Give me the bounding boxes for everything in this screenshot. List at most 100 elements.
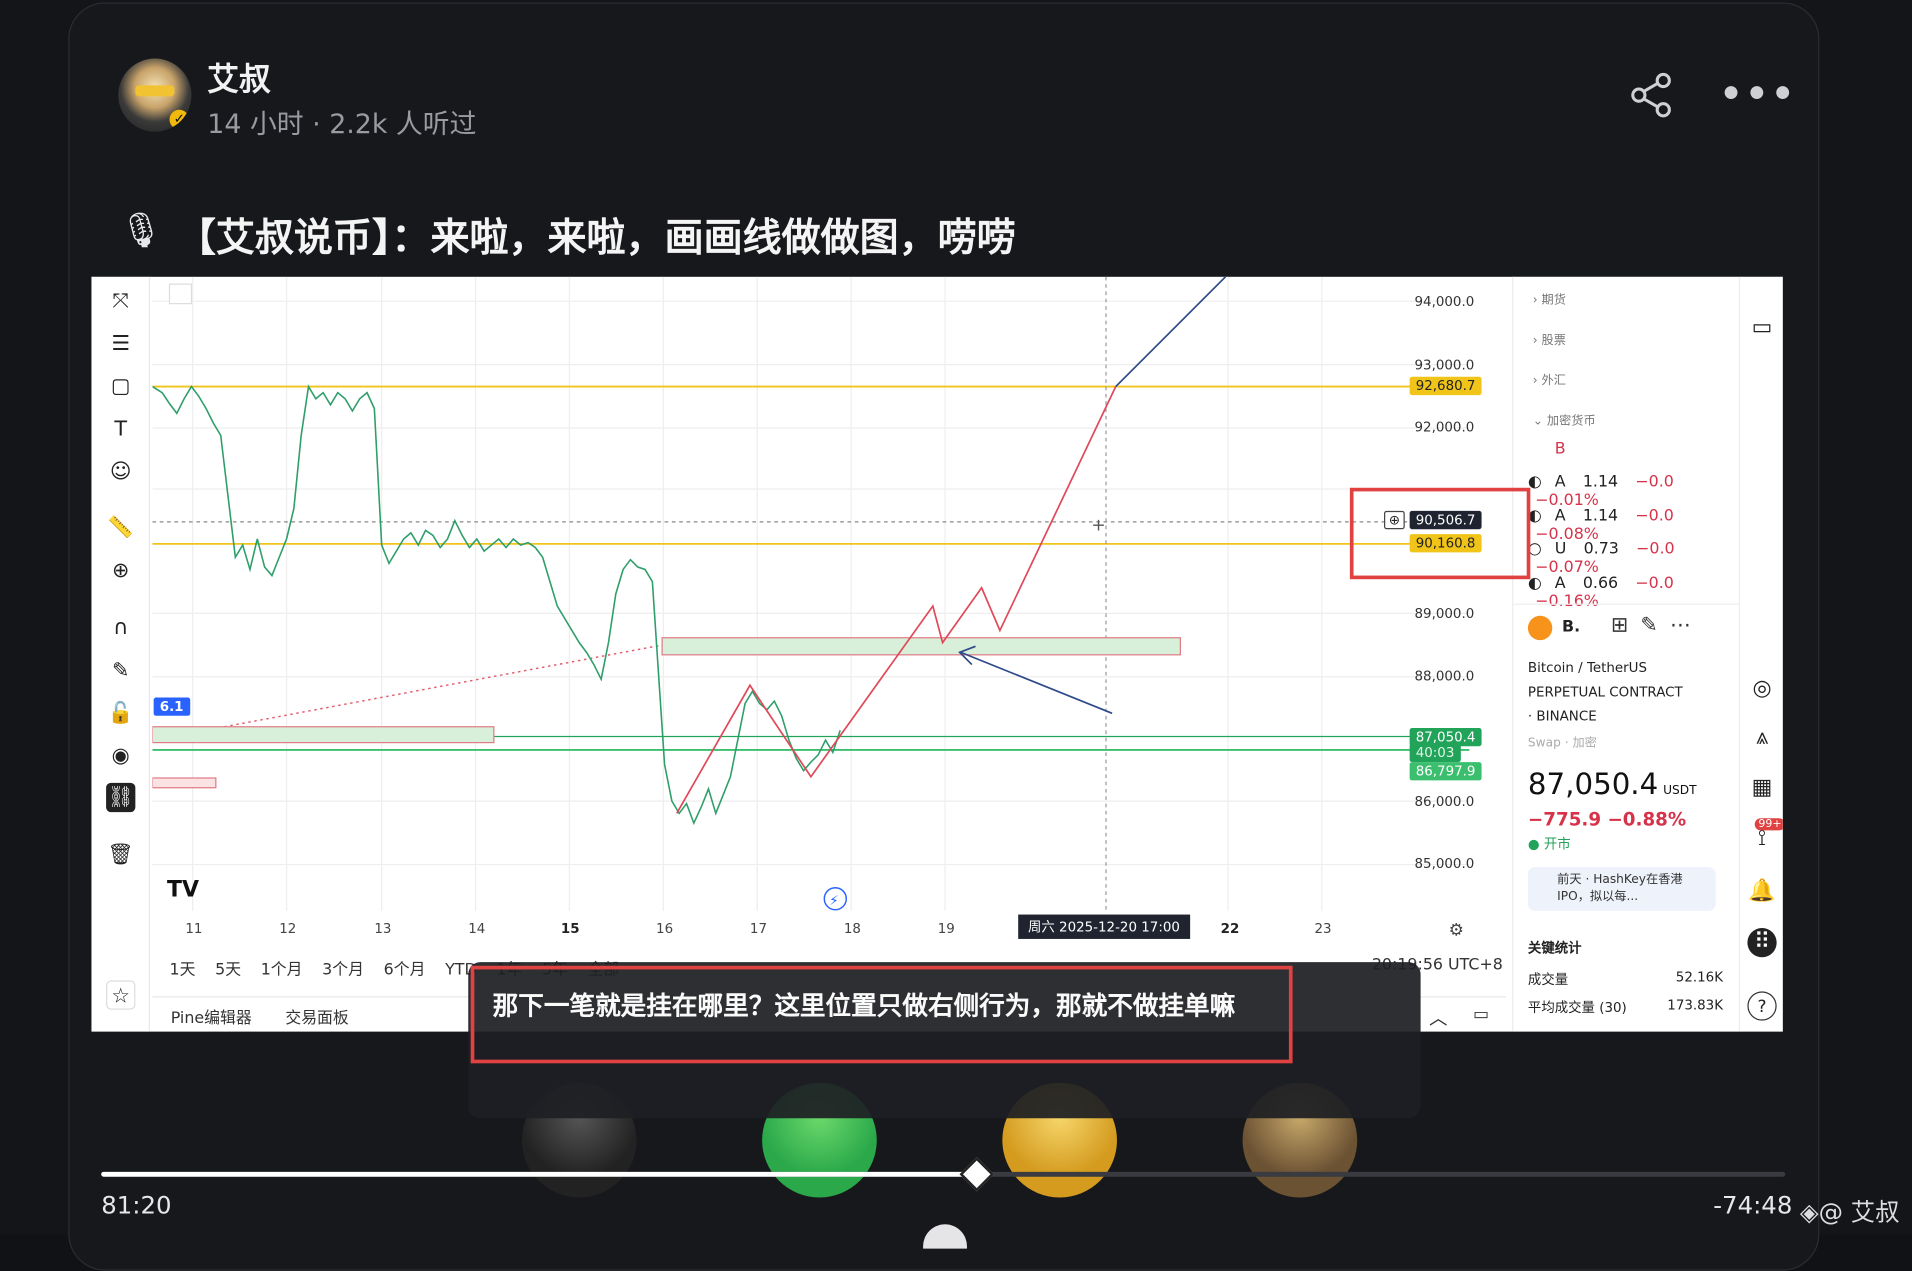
watchlist-panel: › 期货 › 股票 › 外汇 ⌄ 加密货币 B ◐A 1.14 −0.0 −0.… [1512, 277, 1739, 1032]
ruler-tool-icon[interactable]: 📏 [106, 513, 135, 542]
price-label-green-bottom: 86,797.9 [1410, 762, 1482, 780]
candlestick-chart[interactable]: + TV ⚡ [152, 277, 1506, 948]
drawing-toolbar: ⤧ ☰ ▢ T ☺ 📏 ⊕ ∩ ✎ 🔓 ◉ ⛓ 🗑 ☆ [91, 277, 150, 1032]
chat-icon[interactable]: ▭ [1747, 313, 1776, 342]
zoom-tool-icon[interactable]: ⊕ [106, 556, 135, 585]
watermark: ◈@ 艾叔 [1800, 1193, 1900, 1228]
exchange-name: · BINANCE [1528, 708, 1597, 724]
lock-icon[interactable]: 🔓 [106, 699, 135, 728]
chevron-up-icon[interactable]: ︿ [1429, 1005, 1447, 1031]
price-tick: 94,000.0 [1415, 294, 1475, 310]
microphone-icon: 🎙 [120, 210, 163, 250]
crosshair-date-label: 周六 2025-12-20 17:00 [1018, 915, 1189, 939]
side-marker: 6.1 [154, 697, 190, 715]
right-sidebar: ▭ ◎ ⩓ ▦ ⟟ 99+ 🔔 ⠿ ? [1739, 277, 1783, 1032]
stats-title: 关键统计 [1528, 938, 1582, 958]
post-title: 【艾叔说币】：来啦，来啦，画画线做做图，唠唠 [177, 207, 1016, 263]
stat-row: 成交量52.16K [1528, 969, 1723, 989]
price-tick: 92,000.0 [1415, 419, 1475, 435]
share-icon[interactable] [1627, 71, 1676, 120]
calendar-icon[interactable]: ▦ [1747, 773, 1776, 802]
countdown-label: 40:03 [1410, 744, 1461, 762]
price-tick: 88,000.0 [1415, 668, 1475, 684]
price-tick: 89,000.0 [1415, 606, 1475, 622]
maximize-icon[interactable]: ▭ [1473, 1005, 1489, 1025]
trash-icon[interactable]: 🗑 [106, 840, 135, 869]
price-tick: 86,000.0 [1415, 794, 1475, 810]
asset-tags: Swap · 加密 [1528, 732, 1597, 750]
author-name[interactable]: 艾叔 [207, 55, 270, 100]
news-card[interactable]: 前天 · HashKey在香港IPO，拟以每... [1528, 867, 1716, 911]
post-meta: 14 小时 · 2.2k 人听过 [207, 102, 476, 141]
remaining-time: -74:48 [1713, 1190, 1792, 1219]
contract-type: PERPETUAL CONTRACT [1528, 684, 1683, 700]
watchlist-row[interactable]: ◐A 1.14 −0.0 −0.01% [1528, 473, 1735, 510]
pair-name: Bitcoin / TetherUS [1528, 660, 1647, 676]
cursor-tool-icon[interactable]: ⤧ [106, 287, 135, 316]
x-tick: 15 [561, 921, 580, 937]
collapse-button [169, 284, 191, 304]
help-icon[interactable]: ? [1747, 991, 1776, 1020]
watchlist-row[interactable]: B [1528, 440, 1735, 458]
more-options-icon[interactable]: ••• [1719, 73, 1796, 116]
x-tick: 12 [279, 921, 296, 937]
link-icon[interactable]: ⛓ [106, 783, 135, 812]
price-change: −775.9 −0.88% [1528, 808, 1686, 830]
shape-tool-icon[interactable]: ▢ [106, 372, 135, 401]
bitcoin-icon [1528, 616, 1552, 640]
avatar[interactable]: ✓ [118, 59, 191, 132]
highlight-box-price [1350, 488, 1530, 579]
category-stocks[interactable]: › 股票 [1533, 329, 1566, 347]
stat-row: 平均成交量 (30)173.83K [1528, 997, 1723, 1017]
binance-icon: ◈ [1800, 1197, 1819, 1226]
x-tick: 19 [938, 921, 955, 937]
x-tick: 14 [468, 921, 485, 937]
bell-icon[interactable]: 🔔 [1747, 877, 1776, 906]
x-tick: 17 [750, 921, 767, 937]
settings-icon[interactable]: ⚙ [1449, 921, 1464, 941]
watchlist-row[interactable]: ◐A 1.14 −0.0 −0.08% [1528, 507, 1735, 544]
progress-fill [101, 1172, 977, 1177]
category-futures[interactable]: › 期货 [1533, 289, 1566, 307]
category-forex[interactable]: › 外汇 [1533, 369, 1566, 387]
watchlist-row[interactable]: ◐A 0.66 −0.0 −0.16% [1528, 574, 1735, 611]
star-icon[interactable]: ☆ [106, 980, 135, 1009]
svg-text:+: + [1091, 515, 1105, 535]
tab-pine-editor[interactable]: Pine编辑器 [171, 1005, 252, 1028]
category-crypto[interactable]: ⌄ 加密货币 [1533, 410, 1596, 428]
last-price: 87,050.4USDT [1528, 767, 1697, 801]
target-icon[interactable]: ◎ [1747, 674, 1776, 703]
x-tick: 18 [844, 921, 861, 937]
sunglasses [135, 85, 174, 96]
watchlist-row[interactable]: ○U 0.73 −0.0 −0.07% [1528, 540, 1735, 577]
apps-grid-icon[interactable]: ⠿ [1747, 928, 1776, 957]
x-tick: 16 [656, 921, 673, 937]
eye-icon[interactable]: ◉ [106, 741, 135, 770]
elapsed-time: 81:20 [101, 1190, 171, 1219]
x-tick: 11 [185, 921, 202, 937]
layers-icon[interactable]: ⩓ [1747, 723, 1776, 752]
price-label-yellow-top: 92,680.7 [1410, 377, 1482, 395]
x-tick: 22 [1221, 921, 1240, 937]
pencil-lock-icon[interactable]: ✎ [106, 656, 135, 685]
highlight-box-subtitle [471, 966, 1293, 1064]
svg-text:⚡: ⚡ [829, 894, 838, 909]
chart-screenshot: ⤧ ☰ ▢ T ☺ 📏 ⊕ ∩ ✎ 🔓 ◉ ⛓ 🗑 ☆ [91, 277, 1782, 1032]
notification-badge: 99+ [1755, 818, 1783, 830]
playback-progress-bar[interactable] [101, 1172, 1785, 1177]
price-tick: 85,000.0 [1415, 856, 1475, 872]
detail-symbol: B. [1562, 618, 1580, 636]
trendline-tool-icon[interactable]: ☰ [106, 329, 135, 358]
verified-badge-icon: ✓ [169, 110, 189, 130]
market-status: ● 开市 [1528, 834, 1571, 854]
detail-tools-icons[interactable]: ⊞✎⋯ [1611, 613, 1703, 637]
tab-trading-panel[interactable]: 交易面板 [285, 1005, 348, 1028]
svg-text:TV: TV [167, 877, 199, 902]
emoji-tool-icon[interactable]: ☺ [106, 457, 135, 486]
magnet-tool-icon[interactable]: ∩ [106, 613, 135, 642]
text-tool-icon[interactable]: T [106, 415, 135, 444]
price-tick: 93,000.0 [1415, 357, 1475, 373]
x-tick: 13 [374, 921, 391, 937]
x-tick: 23 [1315, 921, 1332, 937]
tv-logo: TV [167, 877, 199, 902]
